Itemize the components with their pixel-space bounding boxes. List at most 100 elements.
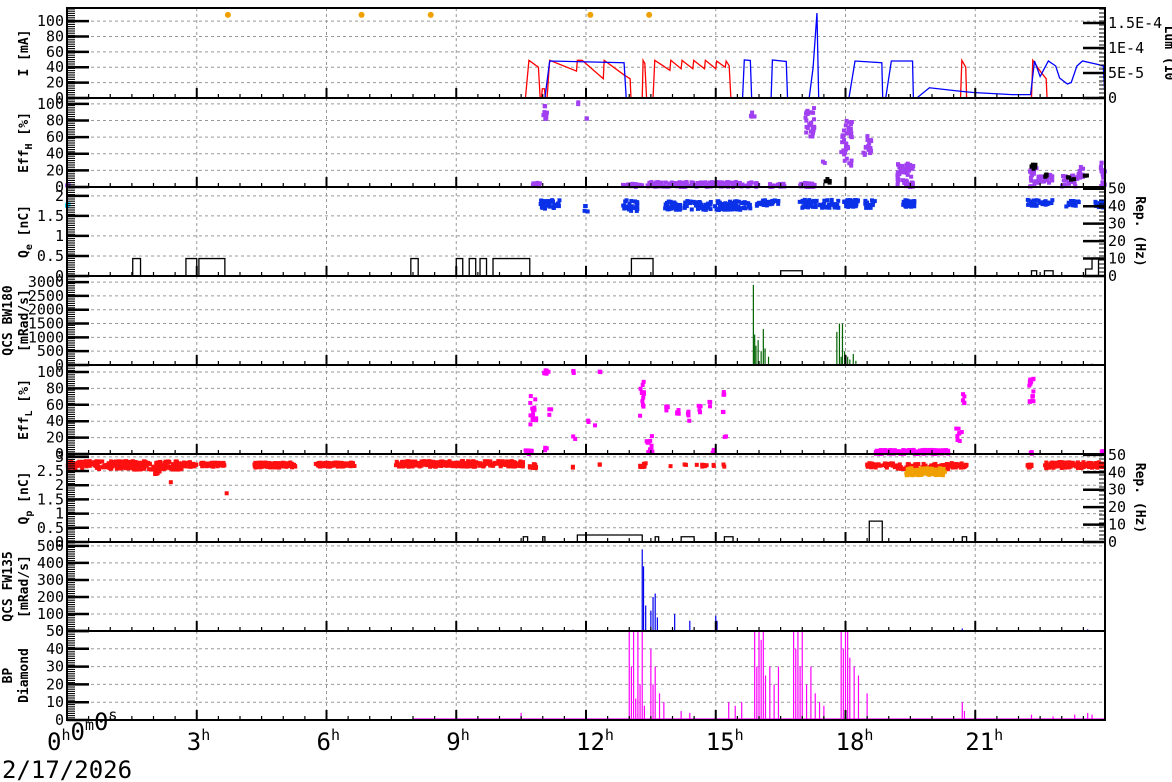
point-eff-l	[918, 448, 923, 453]
point-eff-h	[1098, 164, 1103, 169]
y-tick-label: 80	[46, 111, 64, 129]
y-tick-label: 80	[46, 27, 64, 45]
point-q-p	[152, 467, 157, 472]
point-q-e	[747, 202, 752, 207]
point-q-e	[677, 206, 682, 211]
point-eff-h	[725, 180, 730, 185]
point-q-e	[708, 199, 713, 204]
point-q-e	[801, 204, 806, 209]
right-tick-label: 0	[1108, 89, 1117, 107]
point-eff-h	[729, 180, 734, 185]
point-q-e	[547, 201, 552, 206]
point-q-p	[350, 462, 355, 467]
right-tick-label: 20	[1108, 498, 1126, 516]
point-eff-l	[533, 397, 538, 402]
point-eff-l	[1031, 377, 1036, 382]
point-q-p	[102, 463, 107, 468]
point-q-e	[722, 207, 727, 212]
series-luminosity	[544, 12, 1106, 99]
point-eff-h	[810, 134, 815, 139]
y-tick-label: 30	[46, 658, 64, 676]
point-eff-l	[644, 439, 649, 444]
point-q-p	[897, 462, 902, 467]
y-tick-label: 40	[46, 640, 64, 658]
point-beam-events	[224, 11, 231, 18]
point-q-e	[703, 205, 708, 210]
point-q-e	[765, 202, 770, 207]
point-q-p	[500, 462, 505, 467]
point-q-e	[733, 204, 738, 209]
point-eff-l	[708, 404, 713, 409]
point-q-p	[292, 462, 297, 467]
point-eff-l	[639, 390, 644, 395]
y-tick-label: 60	[46, 396, 64, 414]
point-eff-h	[803, 115, 808, 120]
right-tick-label: 40	[1108, 463, 1126, 481]
point-eff-l	[943, 448, 948, 453]
point-eff-l	[882, 447, 887, 452]
point-q-p	[1060, 462, 1065, 467]
point-eff-l	[638, 386, 643, 391]
point-q-e	[1050, 198, 1055, 203]
point-q-p	[434, 460, 439, 465]
point-eff-h	[907, 168, 912, 173]
y-axis-title: I [mA]	[17, 30, 32, 77]
point-q-p	[162, 462, 167, 467]
point-q-e	[909, 204, 914, 209]
y-axis-title: BP	[1, 668, 16, 684]
point-q-e	[1031, 198, 1036, 203]
point-eff-l	[534, 418, 539, 423]
point-eff-l	[721, 392, 726, 397]
point-q-e	[821, 202, 826, 207]
y-tick-label: 100	[37, 12, 64, 30]
point-eff-h	[656, 180, 661, 185]
point-eff-l	[957, 430, 962, 435]
point-q-p	[119, 460, 124, 465]
point-eff-h	[750, 110, 755, 115]
panel-eff-l: 020406080100EffL [%]	[17, 363, 1106, 463]
point-q-e	[754, 203, 759, 208]
point-eff-l	[543, 445, 548, 450]
point-q-e	[748, 206, 753, 211]
point-q-e	[870, 201, 875, 206]
point-q-p	[143, 460, 148, 465]
point-q-p	[259, 460, 264, 465]
right-tick-label: 5E-5	[1108, 64, 1144, 82]
point-eff-l	[686, 409, 691, 414]
panel-eff-h: 020406080100EffH [%]	[17, 95, 1107, 196]
x-tick-label: 18h	[836, 726, 874, 756]
point-q-p-secondary	[904, 471, 909, 476]
point-eff-h	[849, 135, 854, 140]
point-q-p	[683, 462, 688, 467]
point-q-p	[876, 462, 881, 467]
point-q-e	[553, 203, 558, 208]
point-q-p	[722, 464, 727, 469]
point-q-p	[412, 463, 417, 468]
point-q-e	[692, 201, 697, 206]
point-q-p	[211, 463, 216, 468]
y-axis-title: EffL [%]	[17, 379, 35, 440]
point-eff-h-secondary	[1084, 173, 1089, 178]
point-eff-h	[896, 170, 901, 175]
point-eff-l	[571, 434, 576, 439]
y-axis-title: Qe [nC]	[17, 205, 35, 258]
point-q-e	[717, 200, 722, 205]
point-eff-h	[697, 181, 702, 186]
point-q-p	[95, 464, 100, 469]
point-q-e	[829, 200, 834, 205]
point-q-e	[855, 198, 860, 203]
point-q-p	[1025, 463, 1030, 468]
point-q-p	[274, 461, 279, 466]
point-eff-l	[597, 369, 602, 374]
point-eff-h	[866, 143, 871, 148]
point-q-p	[132, 467, 137, 472]
point-eff-h	[707, 180, 712, 185]
point-q-p	[337, 464, 342, 469]
y-tick-label: 40	[46, 145, 64, 163]
point-q-p	[570, 464, 575, 469]
point-q-p	[110, 462, 115, 467]
point-q-p	[1088, 460, 1093, 465]
point-beam-events	[358, 11, 365, 18]
point-q-p	[189, 463, 194, 468]
point-q-p	[952, 463, 957, 468]
